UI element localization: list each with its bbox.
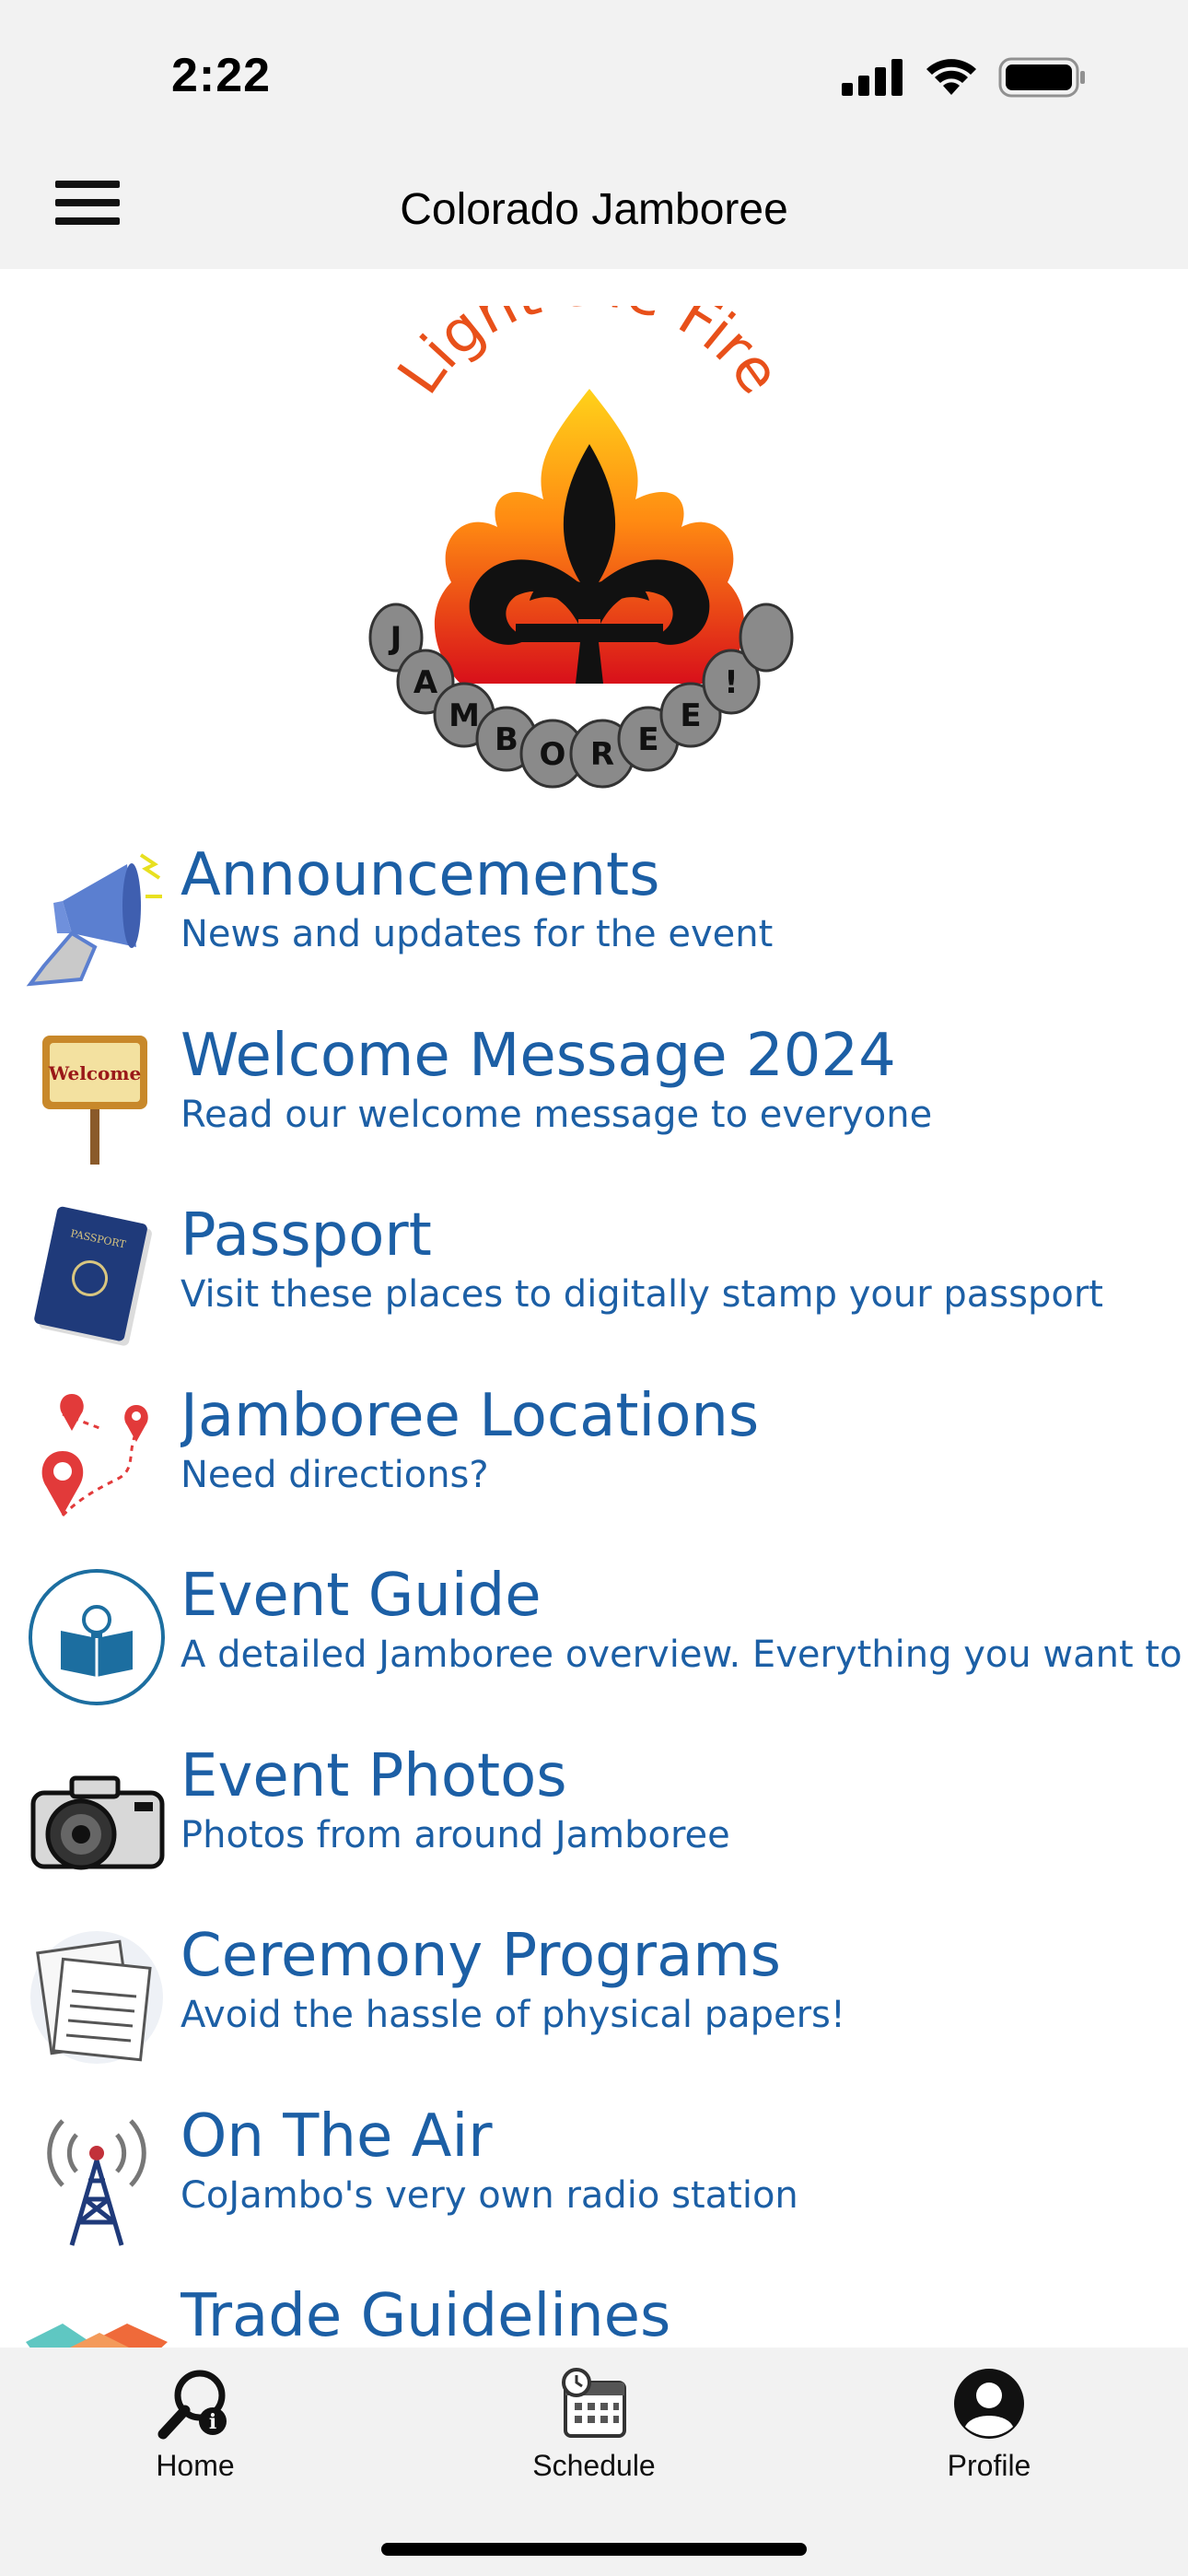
menu-item-subtitle: CoJambo's very own radio station [181, 2173, 798, 2217]
menu-item-text: Announcements News and updates for the e… [181, 838, 1188, 956]
handshake-icon [26, 2324, 168, 2348]
logo-stone-letter: R [590, 736, 614, 773]
menu-item-event-guide[interactable]: Event Guide A detailed Jamboree overview… [0, 1548, 1188, 1728]
menu-item-welcome-message[interactable]: Welcome Welcome Message 2024 Read our we… [0, 1008, 1188, 1188]
menu-item-title: Event Guide [181, 1562, 542, 1630]
menu-item-text: Welcome Message 2024 Read our welcome me… [181, 1019, 1188, 1137]
navigation-bar: Colorado Jamboree [0, 147, 1188, 269]
home-search-icon: i [157, 2370, 227, 2440]
svg-text:i: i [209, 2410, 216, 2434]
menu-item-text: Event Photos Photos from around Jamboree [181, 1739, 1188, 1857]
menu-list: Announcements News and updates for the e… [0, 827, 1188, 2348]
schedule-calendar-icon [562, 2368, 626, 2438]
logo-stone-letter: E [680, 697, 701, 734]
menu-item-text: Passport Visit these places to digitally… [181, 1199, 1188, 1317]
menu-item-trade-guidelines[interactable]: Trade Guidelines [0, 2268, 1188, 2348]
logo-stone-letter: M [448, 697, 480, 734]
menu-item-subtitle: News and updates for the event [181, 913, 774, 955]
status-icons [842, 57, 1087, 98]
cellular-signal-icon [842, 59, 903, 96]
page-title: Colorado Jamboree [400, 185, 788, 234]
menu-item-title: Ceremony Programs [181, 1922, 781, 1990]
home-indicator [381, 2543, 807, 2556]
logo-stone-letter: ! [724, 664, 739, 701]
home-content[interactable]: Light the Fire J A M B O R [0, 269, 1188, 2348]
menu-item-subtitle: Need directions? [181, 1453, 489, 1496]
menu-item-event-photos[interactable]: Event Photos Photos from around Jamboree [0, 1728, 1188, 1909]
logo-stone-letter: J [389, 620, 402, 657]
jamboree-logo: Light the Fire J A M B O R [368, 306, 794, 789]
menu-item-subtitle: A detailed Jamboree overview. Everything… [181, 1633, 1188, 1676]
passport-icon: PASSPORT [34, 1206, 152, 1346]
menu-item-ceremony-programs[interactable]: Ceremony Programs Avoid the hassle of ph… [0, 1908, 1188, 2089]
menu-item-subtitle: Visit these places to digitally stamp yo… [181, 1273, 1103, 1316]
logo-stone-letter: E [637, 721, 658, 758]
radio-tower-icon [47, 2118, 146, 2246]
menu-item-text: Ceremony Programs Avoid the hassle of ph… [181, 1919, 1188, 2037]
menu-item-title: Passport [181, 1201, 432, 1270]
tab-label: Profile [947, 2449, 1031, 2482]
menu-item-title: Announcements [181, 841, 660, 909]
tab-schedule[interactable]: Schedule [483, 2364, 705, 2502]
tab-profile[interactable]: Profile [879, 2364, 1100, 2502]
guide-book-icon [29, 1569, 165, 1705]
menu-item-title: Jamboree Locations [181, 1381, 760, 1450]
menu-item-jamboree-locations[interactable]: Jamboree Locations Need directions? [0, 1368, 1188, 1549]
tab-home[interactable]: i Home [85, 2364, 306, 2502]
menu-item-text: Jamboree Locations Need directions? [181, 1379, 1188, 1497]
papers-icon [30, 1931, 163, 2064]
logo-stone-letter: B [495, 721, 518, 758]
menu-item-title: Event Photos [181, 1741, 567, 1810]
tab-label: Home [156, 2449, 235, 2482]
menu-item-text: Trade Guidelines [181, 2279, 1188, 2348]
menu-item-text: On The Air CoJambo's very own radio stat… [181, 2100, 1188, 2218]
menu-item-on-the-air[interactable]: On The Air CoJambo's very own radio stat… [0, 2089, 1188, 2269]
tab-label: Schedule [532, 2449, 656, 2482]
tab-bar: i Home Schedule Profile [0, 2348, 1188, 2576]
welcome-sign-icon: Welcome [42, 1035, 147, 1165]
menu-item-title: On The Air [181, 2102, 493, 2171]
profile-icon [954, 2369, 1024, 2439]
battery-icon [998, 57, 1085, 98]
menu-item-announcements[interactable]: Announcements News and updates for the e… [0, 827, 1188, 1008]
menu-item-text: Event Guide A detailed Jamboree overview… [181, 1559, 1188, 1677]
wifi-icon [926, 59, 976, 95]
status-time: 2:22 [171, 49, 272, 102]
map-pins-icon [41, 1393, 148, 1516]
menu-item-subtitle: Photos from around Jamboree [181, 1813, 730, 1856]
camera-icon [30, 1775, 165, 1869]
menu-item-title: Welcome Message 2024 [181, 1021, 896, 1090]
megaphone-icon [26, 853, 162, 987]
menu-item-subtitle: Avoid the hassle of physical papers! [181, 1994, 845, 2036]
menu-item-subtitle: Read our welcome message to everyone [181, 1093, 933, 1136]
status-bar: 2:22 [0, 0, 1188, 147]
menu-item-title: Trade Guidelines [181, 2282, 671, 2348]
logo-stone-letter: O [540, 736, 566, 773]
welcome-sign-text: Welcome [48, 1062, 142, 1084]
menu-item-passport[interactable]: PASSPORT Passport Visit these places to … [0, 1188, 1188, 1368]
logo-stone-letter: A [413, 664, 438, 701]
